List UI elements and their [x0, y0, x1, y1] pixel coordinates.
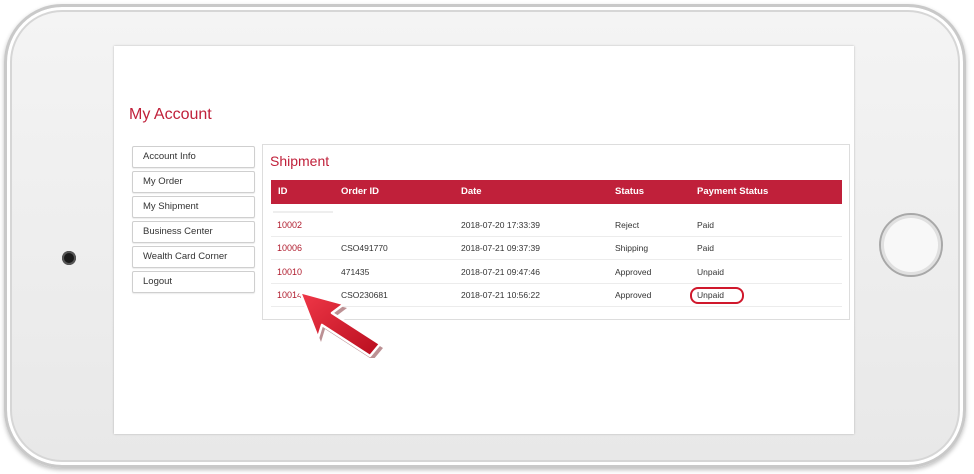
column-header-id: ID — [278, 186, 288, 197]
table-row: 10010 471435 2018-07-21 09:47:46 Approve… — [271, 261, 842, 284]
shipment-title: Shipment — [270, 153, 330, 169]
shipment-id-link[interactable]: 10002 — [277, 214, 302, 237]
column-header-payment-status: Payment Status — [697, 186, 769, 197]
status-cell: Reject — [615, 220, 640, 230]
home-button[interactable] — [879, 213, 943, 277]
order-id-cell: 471435 — [341, 267, 370, 277]
status-cell: Shipping — [615, 243, 649, 253]
shipment-id-link[interactable]: 10010 — [277, 261, 302, 284]
column-header-date: Date — [461, 186, 482, 197]
screen: My Account Account Info My Order My Ship… — [114, 46, 854, 434]
payment-status-cell: Unpaid — [697, 290, 724, 300]
payment-status-cell: Paid — [697, 220, 715, 230]
column-header-status: Status — [615, 186, 645, 197]
sidebar-item-account-info[interactable]: Account Info — [132, 146, 255, 168]
account-sidebar: Account Info My Order My Shipment Busine… — [132, 146, 255, 296]
payment-status-cell: Unpaid — [697, 267, 724, 277]
date-cell: 2018-07-21 09:37:39 — [461, 243, 540, 253]
sidebar-item-wealth-card-corner[interactable]: Wealth Card Corner — [132, 246, 255, 268]
date-cell: 2018-07-21 09:47:46 — [461, 267, 540, 277]
status-cell: Approved — [615, 267, 652, 277]
payment-status-cell: Paid — [697, 243, 715, 253]
order-id-cell: CSO491770 — [341, 243, 388, 253]
camera-dot — [62, 251, 76, 265]
divider — [273, 211, 333, 213]
sidebar-item-business-center[interactable]: Business Center — [132, 221, 255, 243]
sidebar-item-logout[interactable]: Logout — [132, 271, 255, 293]
status-cell: Approved — [615, 290, 652, 300]
date-cell: 2018-07-20 17:33:39 — [461, 220, 540, 230]
column-header-order-id: Order ID — [341, 186, 380, 197]
shipment-id-link[interactable]: 10006 — [277, 237, 302, 260]
page-title: My Account — [129, 106, 212, 123]
red-arrow-icon — [298, 290, 383, 358]
table-row: 10002 2018-07-20 17:33:39 Reject Paid — [271, 214, 842, 237]
date-cell: 2018-07-21 10:56:22 — [461, 290, 540, 300]
table-header: ID Order ID Date Status Payment Status — [271, 180, 842, 204]
sidebar-item-my-order[interactable]: My Order — [132, 171, 255, 193]
sidebar-item-my-shipment[interactable]: My Shipment — [132, 196, 255, 218]
table-row: 10006 CSO491770 2018-07-21 09:37:39 Ship… — [271, 237, 842, 260]
